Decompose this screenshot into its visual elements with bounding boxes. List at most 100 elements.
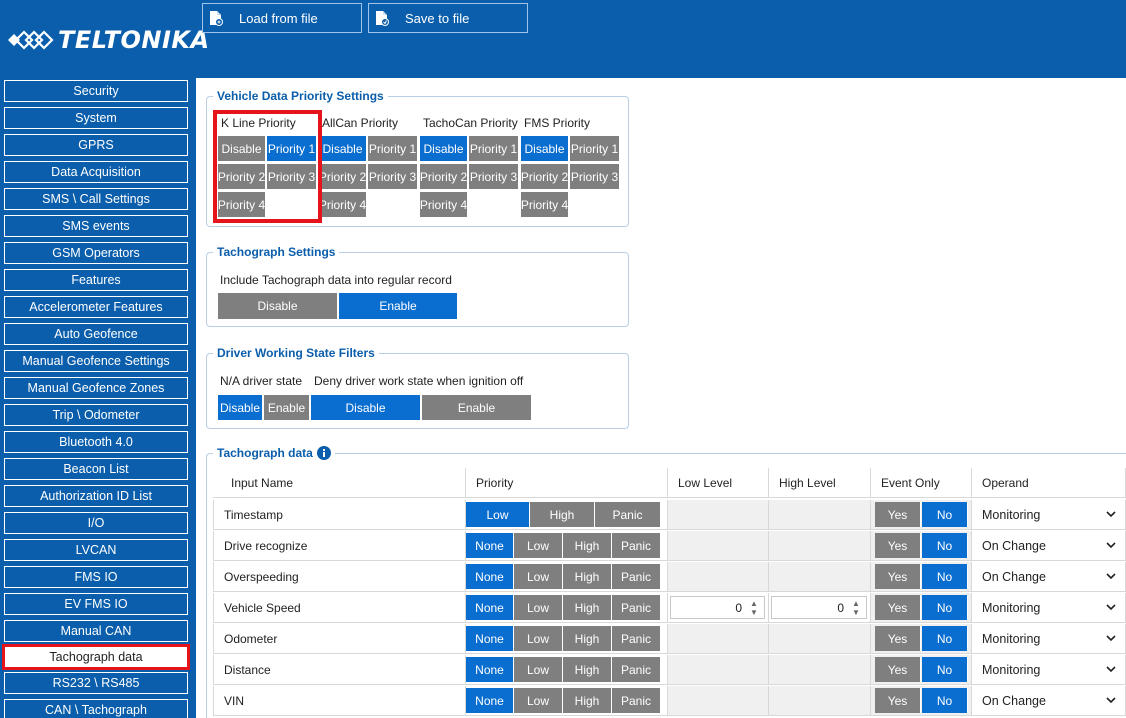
kline-priority3-button[interactable]: Priority 3: [266, 163, 317, 190]
priority-low-button[interactable]: Low: [514, 657, 563, 682]
event-only-no-button[interactable]: No: [922, 533, 968, 558]
sidebar-item-gsm-operators[interactable]: GSM Operators: [4, 242, 188, 264]
sidebar-item-accelerometer-features[interactable]: Accelerometer Features: [4, 296, 188, 318]
priority-panic-button[interactable]: Panic: [612, 688, 661, 713]
operand-select[interactable]: Monitoring: [974, 626, 1124, 652]
sidebar-item-auto-geofence[interactable]: Auto Geofence: [4, 323, 188, 345]
sidebar-item-fms-io[interactable]: FMS IO: [4, 566, 188, 588]
event-only-yes-button[interactable]: Yes: [875, 533, 921, 558]
sidebar-item-system[interactable]: System: [4, 107, 188, 129]
tachocan-priority4-button[interactable]: Priority 4: [419, 191, 468, 218]
sidebar-item-tachograph-data[interactable]: Tachograph data: [2, 644, 190, 670]
priority-none-button[interactable]: None: [466, 595, 514, 620]
event-only-no-button[interactable]: No: [922, 564, 968, 589]
event-only-no-button[interactable]: No: [922, 657, 968, 682]
priority-none-button[interactable]: None: [466, 564, 514, 589]
priority-panic-button[interactable]: Panic: [595, 502, 661, 527]
sidebar-item-bluetooth[interactable]: Bluetooth 4.0: [4, 431, 188, 453]
priority-panic-button[interactable]: Panic: [612, 595, 661, 620]
priority-panic-button[interactable]: Panic: [612, 657, 661, 682]
priority-high-button[interactable]: High: [563, 626, 612, 651]
allcan-disable-button[interactable]: Disable: [318, 135, 367, 162]
priority-low-button[interactable]: Low: [514, 595, 563, 620]
event-only-yes-button[interactable]: Yes: [875, 595, 921, 620]
sidebar-item-rs232-rs485[interactable]: RS232 \ RS485: [4, 672, 188, 694]
priority-none-button[interactable]: None: [466, 688, 514, 713]
sidebar-item-can-tachograph[interactable]: CAN \ Tachograph: [4, 699, 188, 718]
include-tachograph-enable-button[interactable]: Enable: [338, 292, 458, 320]
event-only-yes-button[interactable]: Yes: [875, 657, 921, 682]
priority-high-button[interactable]: High: [530, 502, 595, 527]
fms-priority2-button[interactable]: Priority 2: [520, 163, 569, 190]
save-to-file-button[interactable]: Save to file: [368, 3, 528, 33]
operand-select[interactable]: Monitoring: [974, 657, 1124, 683]
priority-high-button[interactable]: High: [563, 595, 612, 620]
priority-none-button[interactable]: None: [466, 533, 514, 558]
na-driver-enable-button[interactable]: Enable: [263, 394, 310, 421]
allcan-priority2-button[interactable]: Priority 2: [318, 163, 367, 190]
sidebar-item-authorization-id-list[interactable]: Authorization ID List: [4, 485, 188, 507]
kline-disable-button[interactable]: Disable: [217, 135, 266, 162]
operand-select[interactable]: On Change: [974, 533, 1124, 559]
priority-high-button[interactable]: High: [563, 533, 612, 558]
allcan-priority3-button[interactable]: Priority 3: [367, 163, 418, 190]
sidebar-item-manual-can[interactable]: Manual CAN: [4, 620, 188, 642]
sidebar-item-gprs[interactable]: GPRS: [4, 134, 188, 156]
priority-none-button[interactable]: None: [466, 626, 514, 651]
tachocan-priority3-button[interactable]: Priority 3: [468, 163, 519, 190]
event-only-yes-button[interactable]: Yes: [875, 688, 921, 713]
sidebar-item-lvcan[interactable]: LVCAN: [4, 539, 188, 561]
na-driver-disable-button[interactable]: Disable: [217, 394, 263, 421]
low-level-input[interactable]: 0 ▲ ▼: [670, 596, 765, 619]
operand-select[interactable]: On Change: [974, 688, 1124, 714]
event-only-yes-button[interactable]: Yes: [875, 502, 921, 527]
priority-low-button[interactable]: Low: [514, 533, 563, 558]
priority-panic-button[interactable]: Panic: [612, 533, 661, 558]
priority-panic-button[interactable]: Panic: [612, 626, 661, 651]
event-only-no-button[interactable]: No: [922, 502, 968, 527]
priority-low-button[interactable]: Low: [514, 626, 563, 651]
fms-priority3-button[interactable]: Priority 3: [569, 163, 620, 190]
load-from-file-button[interactable]: Load from file: [202, 3, 362, 33]
priority-low-button[interactable]: Low: [466, 502, 530, 527]
fms-disable-button[interactable]: Disable: [520, 135, 569, 162]
deny-driver-disable-button[interactable]: Disable: [310, 394, 421, 421]
sidebar-item-beacon-list[interactable]: Beacon List: [4, 458, 188, 480]
allcan-priority1-button[interactable]: Priority 1: [367, 135, 418, 162]
sidebar-item-sms-call-settings[interactable]: SMS \ Call Settings: [4, 188, 188, 210]
fms-priority1-button[interactable]: Priority 1: [569, 135, 620, 162]
sidebar-item-sms-events[interactable]: SMS events: [4, 215, 188, 237]
sidebar-item-data-acquisition[interactable]: Data Acquisition: [4, 161, 188, 183]
priority-high-button[interactable]: High: [563, 657, 612, 682]
spinner-arrows-icon[interactable]: ▲ ▼: [850, 599, 862, 617]
deny-driver-enable-button[interactable]: Enable: [421, 394, 532, 421]
tachocan-disable-button[interactable]: Disable: [419, 135, 468, 162]
high-level-input[interactable]: 0 ▲ ▼: [771, 596, 867, 619]
spinner-arrows-icon[interactable]: ▲ ▼: [748, 599, 760, 617]
fms-priority4-button[interactable]: Priority 4: [520, 191, 569, 218]
allcan-priority4-button[interactable]: Priority 4: [318, 191, 367, 218]
event-only-yes-button[interactable]: Yes: [875, 626, 921, 651]
sidebar-item-manual-geofence-zones[interactable]: Manual Geofence Zones: [4, 377, 188, 399]
event-only-yes-button[interactable]: Yes: [875, 564, 921, 589]
priority-high-button[interactable]: High: [563, 564, 612, 589]
event-only-no-button[interactable]: No: [922, 595, 968, 620]
event-only-no-button[interactable]: No: [922, 688, 968, 713]
include-tachograph-label[interactable]: Include Tachograph data into regular rec…: [220, 273, 452, 287]
priority-low-button[interactable]: Low: [514, 688, 563, 713]
priority-high-button[interactable]: High: [563, 688, 612, 713]
sidebar-item-manual-geofence-settings[interactable]: Manual Geofence Settings: [4, 350, 188, 372]
kline-priority1-button[interactable]: Priority 1: [266, 135, 317, 162]
sidebar-item-ev-fms-io[interactable]: EV FMS IO: [4, 593, 188, 615]
sidebar-item-security[interactable]: Security: [4, 80, 188, 102]
tachocan-priority1-button[interactable]: Priority 1: [468, 135, 519, 162]
operand-select[interactable]: Monitoring: [974, 595, 1124, 621]
info-icon[interactable]: [316, 446, 331, 460]
sidebar-item-io[interactable]: I/O: [4, 512, 188, 534]
priority-panic-button[interactable]: Panic: [612, 564, 661, 589]
sidebar-item-trip-odometer[interactable]: Trip \ Odometer: [4, 404, 188, 426]
include-tachograph-disable-button[interactable]: Disable: [217, 292, 338, 320]
kline-priority2-button[interactable]: Priority 2: [217, 163, 266, 190]
tachocan-priority2-button[interactable]: Priority 2: [419, 163, 468, 190]
sidebar-item-features[interactable]: Features: [4, 269, 188, 291]
